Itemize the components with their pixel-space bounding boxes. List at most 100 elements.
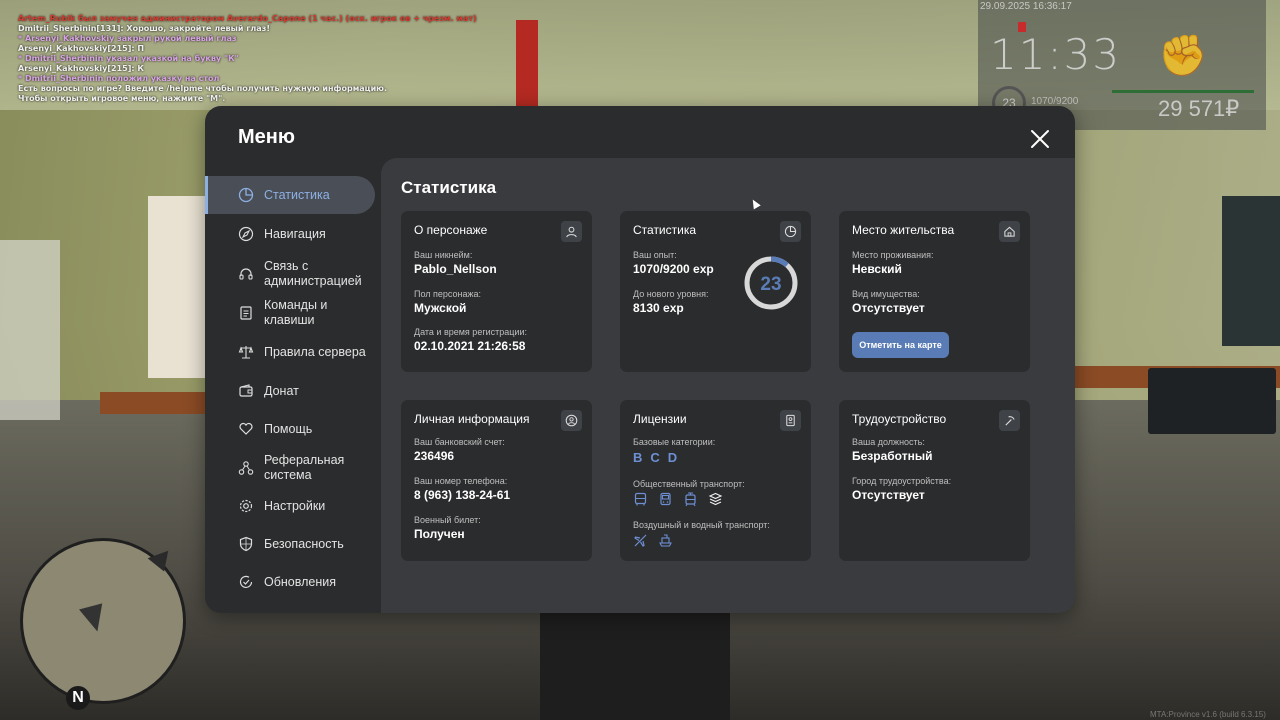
pickaxe-icon — [999, 410, 1020, 431]
menu-sidebar: Статистика Навигация Связь с администрац… — [205, 176, 381, 613]
scene-board — [1222, 196, 1280, 346]
nav-item-security[interactable]: Безопасность — [205, 526, 375, 562]
nav-item-settings[interactable]: Настройки — [205, 488, 375, 524]
air-water-icons — [633, 533, 673, 548]
bus-front-icon — [658, 492, 673, 507]
card-stats: Статистика Ваш опыт: 1070/9200 exp До но… — [620, 211, 811, 372]
bank-label: Ваш банковский счет: — [414, 437, 505, 447]
tram-icon — [683, 492, 698, 507]
nav-label: Связь с администрацией — [264, 259, 362, 288]
hud-money: 29 571₽ — [1158, 96, 1240, 121]
card-title: О персонаже — [414, 223, 488, 237]
wallet-icon — [237, 382, 255, 400]
card-title: Трудоустройство — [852, 412, 947, 426]
nav-label: Донат — [264, 383, 299, 398]
base-categories-label: Базовые категории: — [633, 437, 716, 447]
nav-item-referral[interactable]: Реферальная система — [205, 450, 375, 486]
card-title: Лицензии — [633, 412, 687, 426]
content-title: Статистика — [401, 178, 497, 197]
nav-item-donate[interactable]: Донат — [205, 373, 375, 409]
scene-pole — [516, 20, 538, 110]
property-label: Вид имущества: — [852, 289, 920, 299]
gear-icon — [237, 497, 255, 515]
category-d: D — [667, 450, 678, 465]
level-ring: 23 — [744, 256, 798, 310]
compass-icon — [237, 225, 255, 243]
bus-icon — [633, 492, 648, 507]
shield-icon — [237, 535, 255, 553]
public-transport-icons — [633, 492, 723, 507]
refresh-check-icon — [237, 573, 255, 591]
heart-hands-icon — [237, 420, 255, 438]
next-level-label: До нового уровня: — [633, 289, 709, 299]
pie-chart-icon — [237, 186, 255, 204]
scene-poster — [148, 196, 210, 378]
card-personal: Личная информация Ваш банковский счет: 2… — [401, 400, 592, 561]
headset-icon — [237, 265, 255, 283]
card-residence: Место жительства Место проживания: Невск… — [839, 211, 1030, 372]
registration-value: 02.10.2021 21:26:58 — [414, 339, 526, 353]
military-label: Военный билет: — [414, 515, 481, 525]
city-value: Отсутствует — [852, 488, 925, 502]
mark-on-map-button[interactable]: Отметить на карте — [852, 332, 949, 358]
category-b: B — [633, 450, 643, 465]
nav-label: Настройки — [264, 498, 326, 513]
user-circle-icon — [561, 410, 582, 431]
id-card-icon — [780, 410, 801, 431]
chat-line: Arsenyi_Kakhovskiy[215]: К — [18, 64, 144, 73]
referral-icon — [237, 459, 255, 477]
card-title: Личная информация — [414, 412, 530, 426]
plane-icon — [633, 533, 648, 548]
health-bar — [1112, 90, 1254, 93]
nav-item-admin-contact[interactable]: Связь с администрацией — [205, 256, 375, 292]
public-transport-label: Общественный транспорт: — [633, 479, 745, 489]
nav-item-help[interactable]: Помощь — [205, 411, 375, 447]
nav-label: Помощь — [264, 421, 313, 436]
exp-label: Ваш опыт: — [633, 250, 677, 260]
category-c: C — [650, 450, 660, 465]
hud-time: 11:33 — [990, 30, 1122, 79]
scene-monitor — [1148, 368, 1276, 434]
trolley-icon — [708, 492, 723, 507]
content-panel: Статистика О персонаже Ваш никнейм: Pabl… — [381, 158, 1075, 613]
property-value: Отсутствует — [852, 301, 925, 315]
military-value: Получен — [414, 527, 465, 541]
north-indicator: N — [66, 686, 90, 710]
nav-item-updates[interactable]: Обновления — [205, 564, 375, 600]
gender-value: Мужской — [414, 301, 467, 315]
phone-label: Ваш номер телефона: — [414, 476, 508, 486]
chat-line: * Dmitrii_Sherbinin положил указку на ст… — [18, 74, 220, 83]
nav-label: Статистика — [264, 187, 330, 202]
user-icon — [561, 221, 582, 242]
scene-rail — [100, 392, 210, 414]
nav-item-statistics[interactable]: Статистика — [205, 176, 375, 214]
registration-label: Дата и время регистрации: — [414, 327, 527, 337]
nav-item-navigation[interactable]: Навигация — [205, 216, 375, 252]
phone-value: 8 (963) 138-24-61 — [414, 488, 511, 502]
chat-line: Чтобы открыть игровое меню, нажмите "M". — [18, 94, 226, 103]
chat-line: Есть вопросы по игре? Введите /helpme чт… — [18, 84, 387, 93]
bank-value: 236496 — [414, 449, 455, 463]
chat-line: Arsenyi_Kakhovskiy[215]: П — [18, 44, 145, 53]
nickname-label: Ваш никнейм: — [414, 250, 473, 260]
card-character: О персонаже Ваш никнейм: Pablo_Nellson П… — [401, 211, 592, 372]
place-value: Невский — [852, 262, 902, 276]
position-value: Безработный — [852, 449, 933, 463]
document-icon — [237, 304, 255, 322]
scene-door — [0, 240, 60, 420]
home-icon — [999, 221, 1020, 242]
nav-label: Реферальная система — [264, 453, 345, 482]
level-value: 23 — [760, 274, 781, 295]
nav-item-rules[interactable]: Правила сервера — [205, 334, 375, 370]
nickname-value: Pablo_Nellson — [414, 262, 497, 276]
boat-icon — [658, 533, 673, 548]
close-button[interactable] — [1029, 128, 1051, 150]
menu-title: Меню — [238, 126, 295, 148]
chat-line: Artem_Rubik был замучен администратором … — [18, 14, 477, 23]
scales-icon — [237, 343, 255, 361]
close-icon — [1031, 130, 1049, 148]
nav-item-commands[interactable]: Команды и клавиши — [205, 295, 375, 331]
nav-label: Команды и клавиши — [264, 298, 328, 327]
gender-label: Пол персонажа: — [414, 289, 482, 299]
card-employment: Трудоустройство Ваша должность: Безработ… — [839, 400, 1030, 561]
